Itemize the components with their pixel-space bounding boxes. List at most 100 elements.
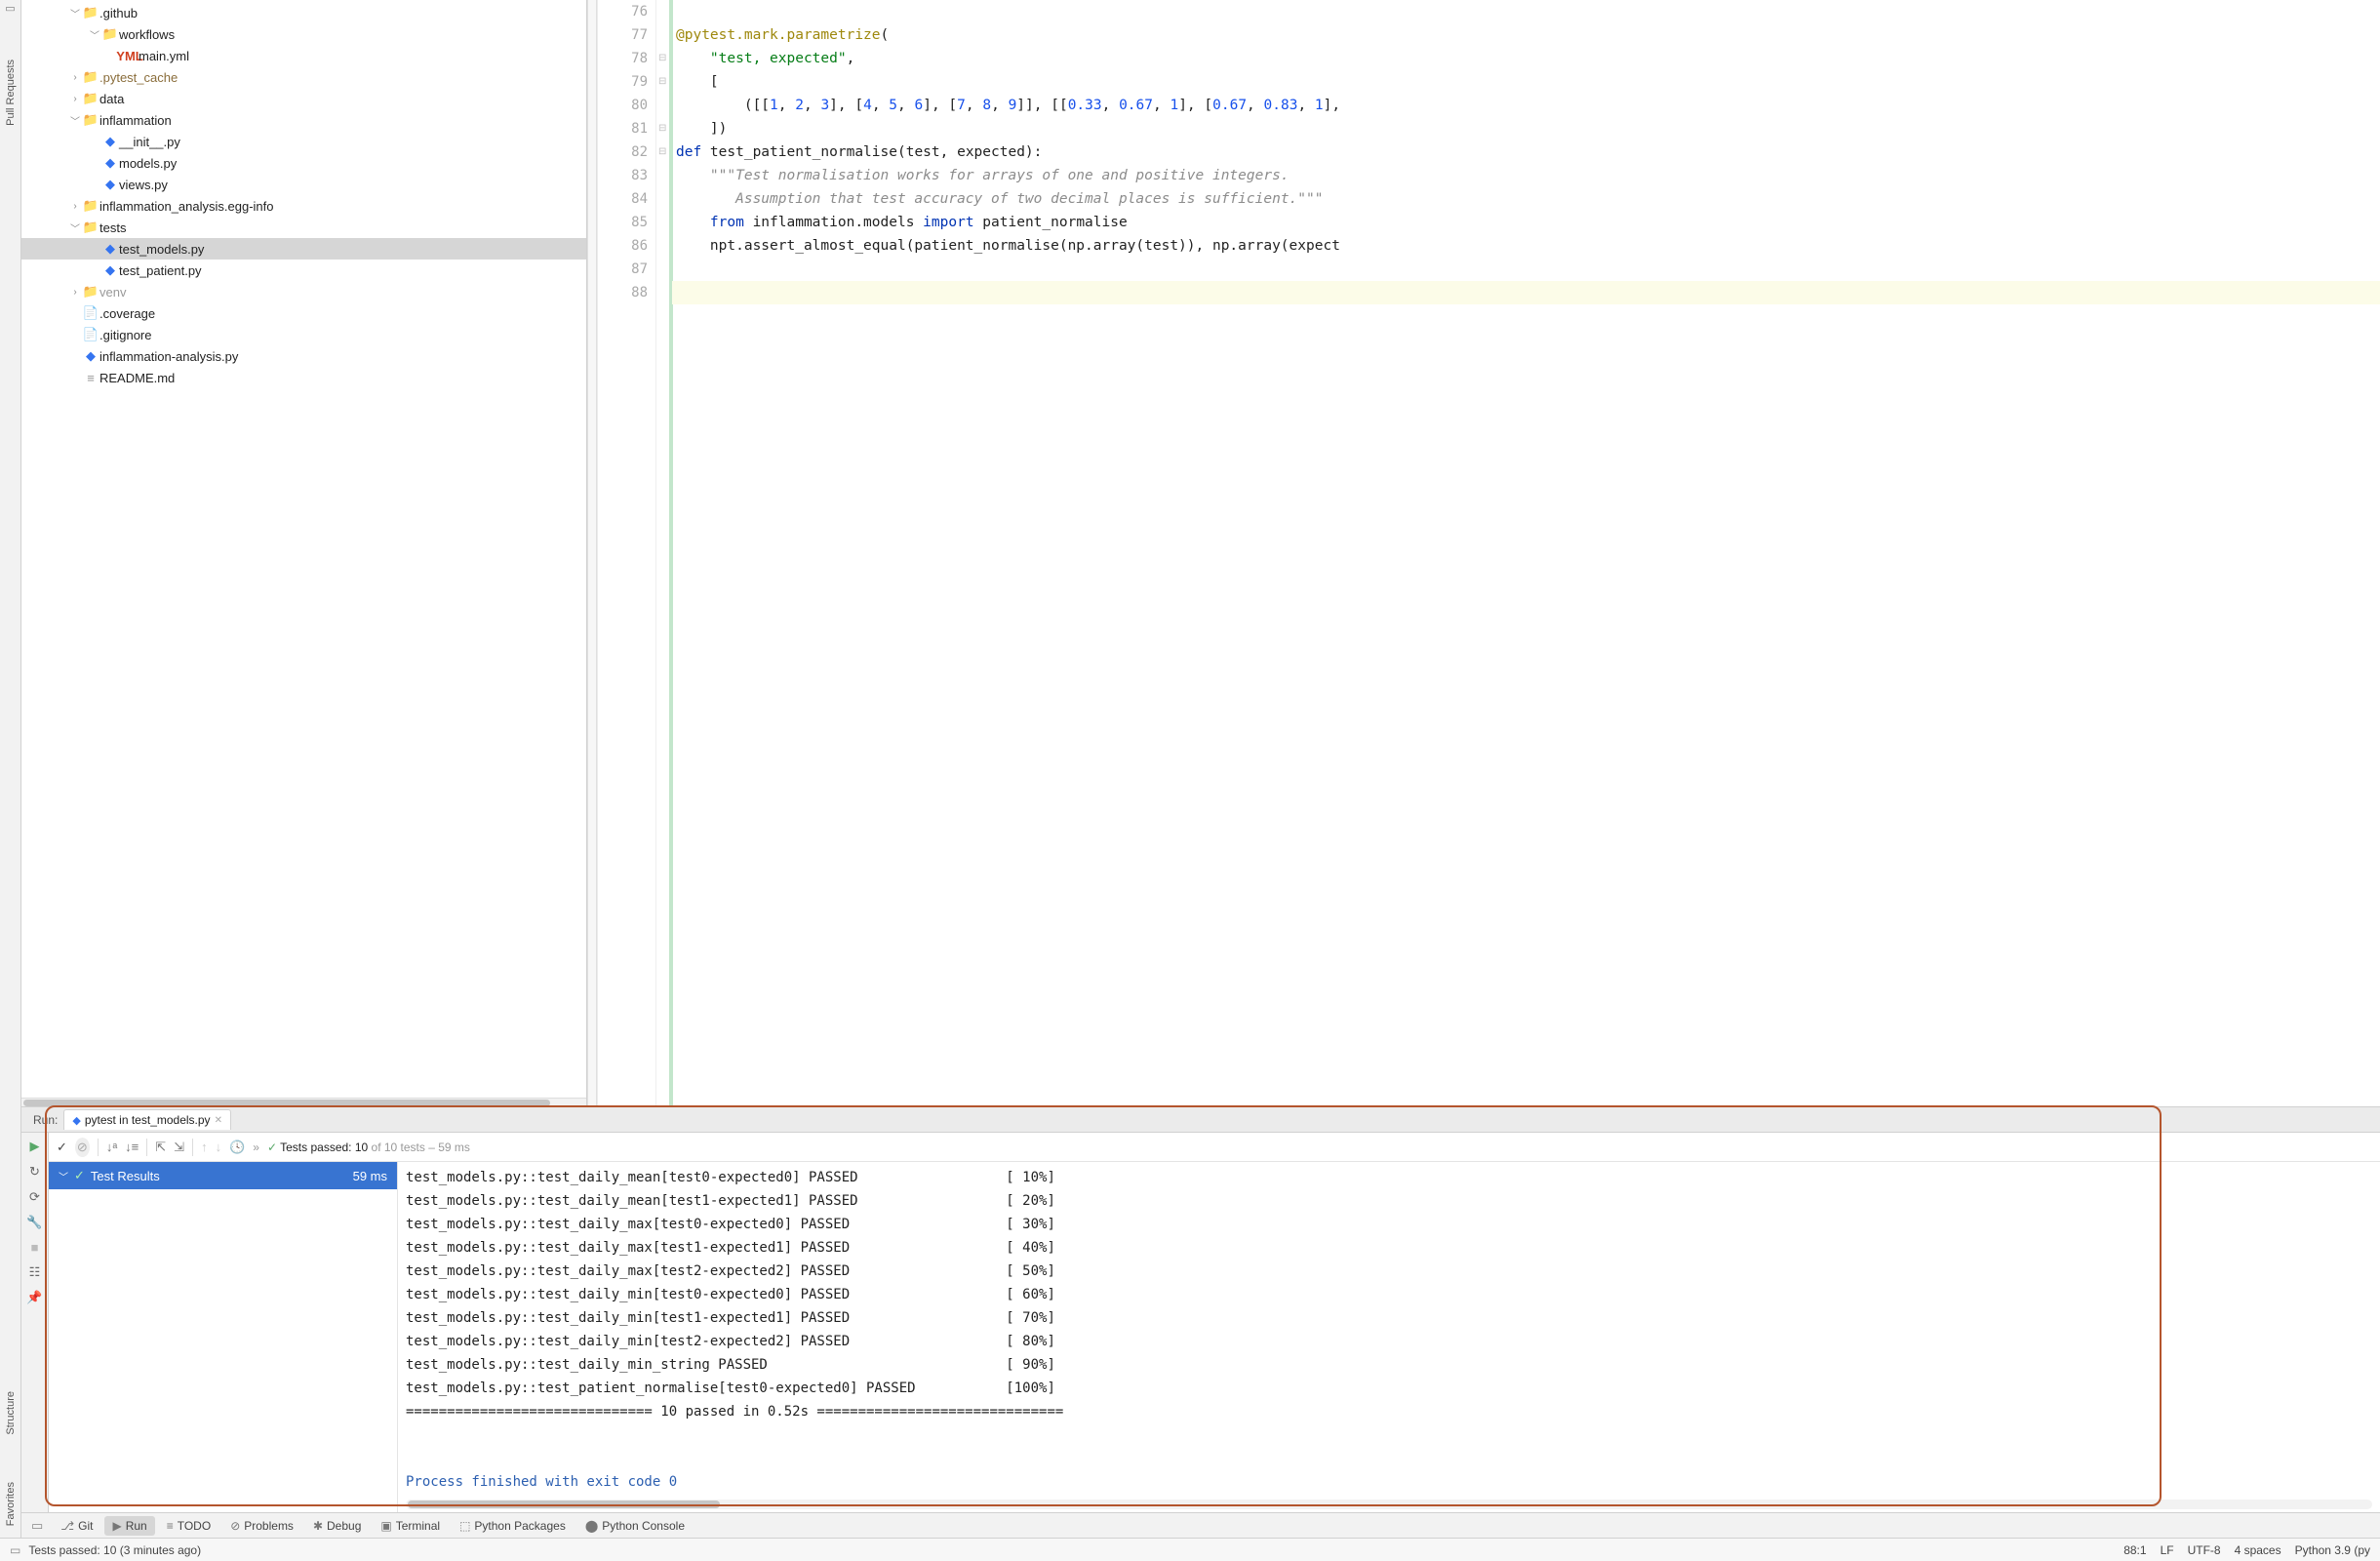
rerun-failed-icon[interactable]: ↻ bbox=[29, 1164, 40, 1180]
code-line[interactable]: def test_patient_normalise(test, expecte… bbox=[672, 140, 2380, 164]
fold-icon[interactable]: ⊟ bbox=[658, 53, 666, 63]
next-test-icon[interactable]: ↓ bbox=[216, 1140, 222, 1154]
sort-duration-icon[interactable]: ↓≡ bbox=[125, 1140, 139, 1154]
stop-icon[interactable]: ■ bbox=[31, 1240, 39, 1255]
fold-icon[interactable]: ⊟ bbox=[658, 76, 666, 87]
tool-python-packages[interactable]: ⬚Python Packages bbox=[452, 1516, 574, 1536]
tree-item-inflammation-analysis-egg-info[interactable]: ›📁inflammation_analysis.egg-info bbox=[21, 195, 586, 217]
project-icon[interactable]: ▭ bbox=[3, 0, 17, 17]
collapse-all-icon[interactable]: ⇲ bbox=[174, 1140, 184, 1155]
code-line[interactable]: [ bbox=[672, 70, 2380, 94]
status-segment[interactable]: 88:1 bbox=[2123, 1543, 2146, 1557]
tool-python-console[interactable]: ⬤Python Console bbox=[577, 1516, 693, 1536]
terminal-icon: ▣ bbox=[380, 1519, 391, 1533]
close-icon[interactable]: ✕ bbox=[215, 1115, 222, 1126]
status-segment[interactable]: 4 spaces bbox=[2235, 1543, 2281, 1557]
tree-item-label: .pytest_cache bbox=[99, 70, 178, 85]
tree-item-models-py[interactable]: ◆models.py bbox=[21, 152, 586, 174]
expand-icon[interactable]: ﹀ bbox=[68, 220, 82, 235]
tool-debug[interactable]: ✱Debug bbox=[305, 1516, 369, 1536]
tree-item-venv[interactable]: ›📁venv bbox=[21, 281, 586, 302]
tool-terminal[interactable]: ▣Terminal bbox=[373, 1516, 448, 1536]
test-history-icon[interactable]: 🕓 bbox=[229, 1140, 245, 1155]
project-tree[interactable]: ﹀📁.github﹀📁workflowsYMLmain.yml›📁.pytest… bbox=[21, 0, 587, 1106]
tree-item--pytest-cache[interactable]: ›📁.pytest_cache bbox=[21, 66, 586, 88]
expand-icon[interactable]: ﹀ bbox=[88, 27, 101, 42]
console-h-scrollbar[interactable] bbox=[406, 1500, 2372, 1509]
rerun-icon[interactable]: ▶ bbox=[30, 1139, 40, 1154]
tree-item-inflammation-analysis-py[interactable]: ◆inflammation-analysis.py bbox=[21, 345, 586, 367]
code-line[interactable] bbox=[672, 258, 2380, 281]
layout-icon[interactable]: ☷ bbox=[29, 1264, 41, 1280]
code-line[interactable]: "test, expected", bbox=[672, 47, 2380, 70]
expand-icon[interactable]: › bbox=[68, 72, 82, 83]
expand-icon[interactable]: › bbox=[68, 201, 82, 212]
fold-icon[interactable]: ⊟ bbox=[658, 123, 666, 134]
tree-item---init---py[interactable]: ◆__init__.py bbox=[21, 131, 586, 152]
tool-todo[interactable]: ≡TODO bbox=[159, 1516, 218, 1536]
tree-item-label: venv bbox=[99, 285, 126, 300]
tree-item-inflammation[interactable]: ﹀📁inflammation bbox=[21, 109, 586, 131]
tree-item-data[interactable]: ›📁data bbox=[21, 88, 586, 109]
test-results-tree[interactable]: ﹀ ✓ Test Results 59 ms bbox=[49, 1162, 398, 1512]
tool-window-icon[interactable]: ▭ bbox=[31, 1518, 43, 1534]
show-ignored-icon[interactable]: ⊘ bbox=[75, 1138, 90, 1157]
code-line[interactable]: from inflammation.models import patient_… bbox=[672, 211, 2380, 234]
pytest-icon: ◆ bbox=[72, 1114, 80, 1127]
expand-icon[interactable]: ﹀ bbox=[68, 113, 82, 128]
pull-requests-tab[interactable]: Pull Requests bbox=[5, 56, 17, 130]
code-line[interactable]: Assumption that test accuracy of two dec… bbox=[672, 187, 2380, 211]
favorites-tab[interactable]: Favorites bbox=[5, 1478, 17, 1530]
status-segment[interactable]: Python 3.9 (py bbox=[2295, 1543, 2370, 1557]
code-editor[interactable]: 76777879808182▶838485868788 ⊟⊟⊟⊟ @pytest… bbox=[597, 0, 2380, 1106]
tree-item-workflows[interactable]: ﹀📁workflows bbox=[21, 23, 586, 45]
python console-icon: ⬤ bbox=[585, 1519, 598, 1533]
code-line[interactable]: ([[1, 2, 3], [4, 5, 6], [7, 8, 9]], [[0.… bbox=[672, 94, 2380, 117]
console-line: test_models.py::test_daily_mean[test0-ex… bbox=[406, 1166, 2372, 1189]
structure-tab[interactable]: Structure bbox=[5, 1387, 17, 1439]
status-segment[interactable]: LF bbox=[2161, 1543, 2174, 1557]
tree-item-label: __init__.py bbox=[119, 135, 180, 149]
code-line[interactable]: """Test normalisation works for arrays o… bbox=[672, 164, 2380, 187]
tree-item--coverage[interactable]: 📄.coverage bbox=[21, 302, 586, 324]
toggle-auto-icon[interactable]: ⟳ bbox=[29, 1189, 40, 1205]
expand-all-icon[interactable]: ⇱ bbox=[155, 1140, 166, 1155]
expand-icon[interactable]: ﹀ bbox=[68, 6, 82, 20]
settings-icon[interactable]: 🔧 bbox=[26, 1215, 42, 1230]
fold-icon[interactable]: ⊟ bbox=[658, 146, 666, 157]
sort-alpha-icon[interactable]: ↓ᵃ bbox=[106, 1140, 117, 1154]
code-line[interactable] bbox=[672, 0, 2380, 23]
tree-item--gitignore[interactable]: 📄.gitignore bbox=[21, 324, 586, 345]
tree-item-readme-md[interactable]: ≡README.md bbox=[21, 367, 586, 388]
code-line[interactable]: @pytest.mark.parametrize( bbox=[672, 23, 2380, 47]
tree-item-test-patient-py[interactable]: ◆test_patient.py bbox=[21, 260, 586, 281]
tree-item-label: .github bbox=[99, 6, 138, 20]
tool-git[interactable]: ⎇Git bbox=[53, 1516, 100, 1536]
code-line[interactable]: ]) bbox=[672, 117, 2380, 140]
prev-test-icon[interactable]: ↑ bbox=[201, 1140, 208, 1154]
expand-icon[interactable]: › bbox=[68, 94, 82, 104]
test-console-output[interactable]: test_models.py::test_daily_mean[test0-ex… bbox=[398, 1162, 2380, 1512]
tree-item-views-py[interactable]: ◆views.py bbox=[21, 174, 586, 195]
run-tab[interactable]: ◆ pytest in test_models.py ✕ bbox=[63, 1109, 231, 1130]
status-segment[interactable]: UTF-8 bbox=[2188, 1543, 2221, 1557]
tree-item-main-yml[interactable]: YMLmain.yml bbox=[21, 45, 586, 66]
console-line: ============================== 10 passed… bbox=[406, 1400, 2372, 1423]
tool-run[interactable]: ▶Run bbox=[104, 1516, 154, 1536]
code-line[interactable]: npt.assert_almost_equal(patient_normalis… bbox=[672, 234, 2380, 258]
tool-problems[interactable]: ⊘Problems bbox=[222, 1516, 301, 1536]
expand-icon[interactable]: › bbox=[68, 287, 82, 298]
vertical-splitter[interactable] bbox=[587, 0, 597, 1106]
tree-item-test-models-py[interactable]: ◆test_models.py bbox=[21, 238, 586, 260]
code-line[interactable] bbox=[672, 281, 2380, 304]
test-results-root[interactable]: ﹀ ✓ Test Results 59 ms bbox=[49, 1162, 397, 1189]
tree-h-scrollbar[interactable] bbox=[21, 1098, 586, 1106]
exit-code-line: Process finished with exit code 0 bbox=[406, 1447, 2372, 1494]
tree-item-tests[interactable]: ﹀📁tests bbox=[21, 217, 586, 238]
pin-icon[interactable]: 📌 bbox=[26, 1290, 42, 1305]
status-icon[interactable]: ▭ bbox=[10, 1543, 20, 1557]
tree-item--github[interactable]: ﹀📁.github bbox=[21, 2, 586, 23]
todo-icon: ≡ bbox=[167, 1519, 174, 1533]
console-line: test_models.py::test_daily_min[test2-exp… bbox=[406, 1330, 2372, 1353]
show-passed-icon[interactable]: ✓ bbox=[57, 1140, 67, 1155]
